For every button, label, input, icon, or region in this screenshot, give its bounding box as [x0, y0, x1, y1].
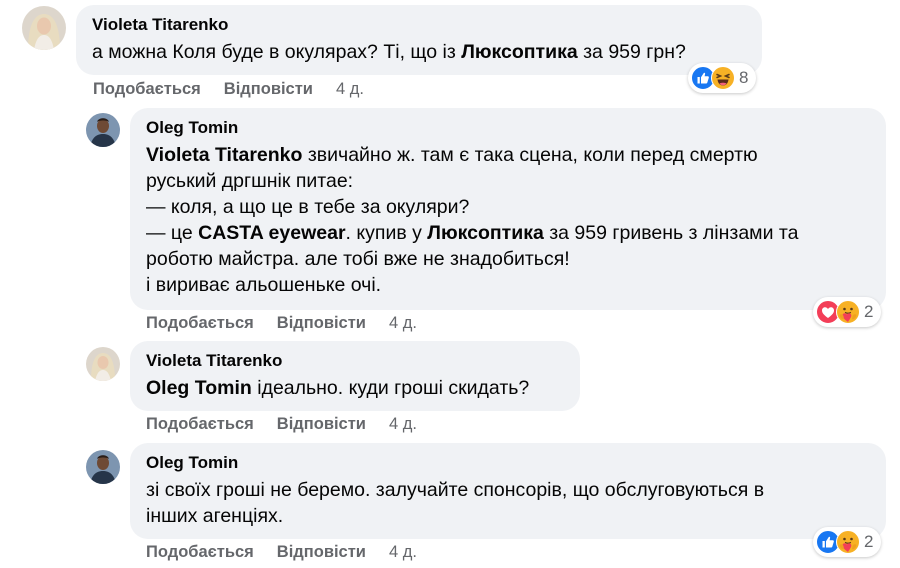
like-button[interactable]: Подобається: [146, 542, 254, 562]
mention-link[interactable]: Люксоптика: [461, 41, 578, 63]
text-segment: за 959 грн?: [577, 41, 686, 63]
text-segment: і вириває альошеньке очі.: [146, 274, 382, 296]
text-segment: — це: [146, 222, 199, 244]
reply-button[interactable]: Відповісти: [277, 414, 366, 434]
reply-button[interactable]: Відповісти: [277, 313, 366, 333]
comment-timestamp[interactable]: 4 д.: [389, 542, 417, 562]
reply-button[interactable]: Відповісти: [277, 542, 366, 562]
comment-bubble: Violeta Titarenko Oleg Tomin ідеально. к…: [130, 341, 580, 411]
comment-timestamp[interactable]: 4 д.: [389, 313, 417, 333]
avatar-violeta[interactable]: [22, 6, 66, 50]
comment-author[interactable]: Violeta Titarenko: [92, 15, 744, 35]
comment-actions: Подобається Відповісти 4 д.: [146, 414, 417, 434]
comment-timestamp[interactable]: 4 д.: [389, 414, 417, 434]
avatar-violeta[interactable]: [86, 347, 120, 381]
comment-text-line: — коля, а що це в тебе за окуляри?: [146, 194, 868, 220]
comment-author[interactable]: Violeta Titarenko: [146, 351, 562, 371]
care-icon: [836, 530, 860, 554]
text-segment: звичайно ж. там є така сцена, коли перед…: [302, 144, 758, 166]
like-button[interactable]: Подобається: [146, 414, 254, 434]
text-segment: ідеально. куди гроші скидать?: [251, 377, 530, 399]
mention-link[interactable]: Oleg Tomin: [146, 377, 252, 399]
text-segment: . купив у: [345, 222, 428, 244]
text-segment: — коля, а що це в тебе за окуляри?: [146, 196, 470, 218]
like-button[interactable]: Подобається: [93, 79, 201, 99]
mention-link[interactable]: CASTA eyewear: [198, 222, 345, 244]
comment-author[interactable]: Oleg Tomin: [146, 118, 868, 138]
comment-text-line: Violeta Titarenko звичайно ж. там є така…: [146, 142, 868, 168]
comment-text: зі своїх гроші не беремо. залучайте спон…: [146, 477, 868, 529]
comment-bubble: Violeta Titarenko а можна Коля буде в ок…: [76, 5, 762, 75]
reaction-summary[interactable]: 2: [813, 297, 882, 327]
mention-link[interactable]: Violeta Titarenko: [146, 144, 302, 166]
comment-text-line: інших агенціях.: [146, 503, 868, 529]
text-segment: а можна Коля буде в окулярах? Ті, що із: [92, 41, 462, 63]
text-segment: роботю майстра. але тобі вже не знадобит…: [146, 248, 570, 270]
text-segment: за 959 гривень з лінзами та: [543, 222, 799, 244]
comment-timestamp[interactable]: 4 д.: [336, 79, 364, 99]
comment-actions: Подобається Відповісти 4 д.: [146, 313, 417, 333]
comment-text-line: Oleg Tomin ідеально. куди гроші скидать?: [146, 375, 562, 401]
comment-text-line: зі своїх гроші не беремо. залучайте спон…: [146, 477, 868, 503]
comment-text-line: і вириває альошеньке очі.: [146, 272, 868, 298]
avatar-oleg[interactable]: [86, 113, 120, 147]
comment-actions: Подобається Відповісти 4 д.: [93, 79, 364, 99]
reaction-count: 8: [739, 68, 749, 87]
comment-text-line: руський дргшнік питае:: [146, 168, 868, 194]
reaction-count: 2: [864, 302, 874, 321]
care-icon: [836, 300, 860, 324]
comment-text: Oleg Tomin ідеально. куди гроші скидать?: [146, 375, 562, 401]
comment-text-line: а можна Коля буде в окулярах? Ті, що із …: [92, 39, 744, 65]
reply-button[interactable]: Відповісти: [224, 79, 313, 99]
comment-bubble: Oleg Tomin Violeta Titarenko звичайно ж.…: [130, 108, 886, 310]
comment-text: а можна Коля буде в окулярах? Ті, що із …: [92, 39, 744, 65]
like-button[interactable]: Подобається: [146, 313, 254, 333]
comment-text-line: — це CASTA eyewear. купив у Люксоптика з…: [146, 220, 868, 246]
avatar-oleg[interactable]: [86, 450, 120, 484]
haha-icon: [711, 66, 735, 90]
reaction-summary[interactable]: 8: [688, 63, 757, 93]
comment-text-line: роботю майстра. але тобі вже не знадобит…: [146, 246, 868, 272]
text-segment: зі своїх гроші не беремо. залучайте спон…: [146, 479, 765, 501]
comment-text: Violeta Titarenko звичайно ж. там є така…: [146, 142, 868, 298]
comment-bubble: Oleg Tomin зі своїх гроші не беремо. зал…: [130, 443, 886, 539]
mention-link[interactable]: Люксоптика: [427, 222, 544, 244]
text-segment: руський дргшнік питае:: [146, 170, 354, 192]
comment-actions: Подобається Відповісти 4 д.: [146, 542, 417, 562]
reaction-summary[interactable]: 2: [813, 527, 882, 557]
text-segment: інших агенціях.: [146, 505, 284, 527]
reaction-count: 2: [864, 532, 874, 551]
comment-author[interactable]: Oleg Tomin: [146, 453, 868, 473]
